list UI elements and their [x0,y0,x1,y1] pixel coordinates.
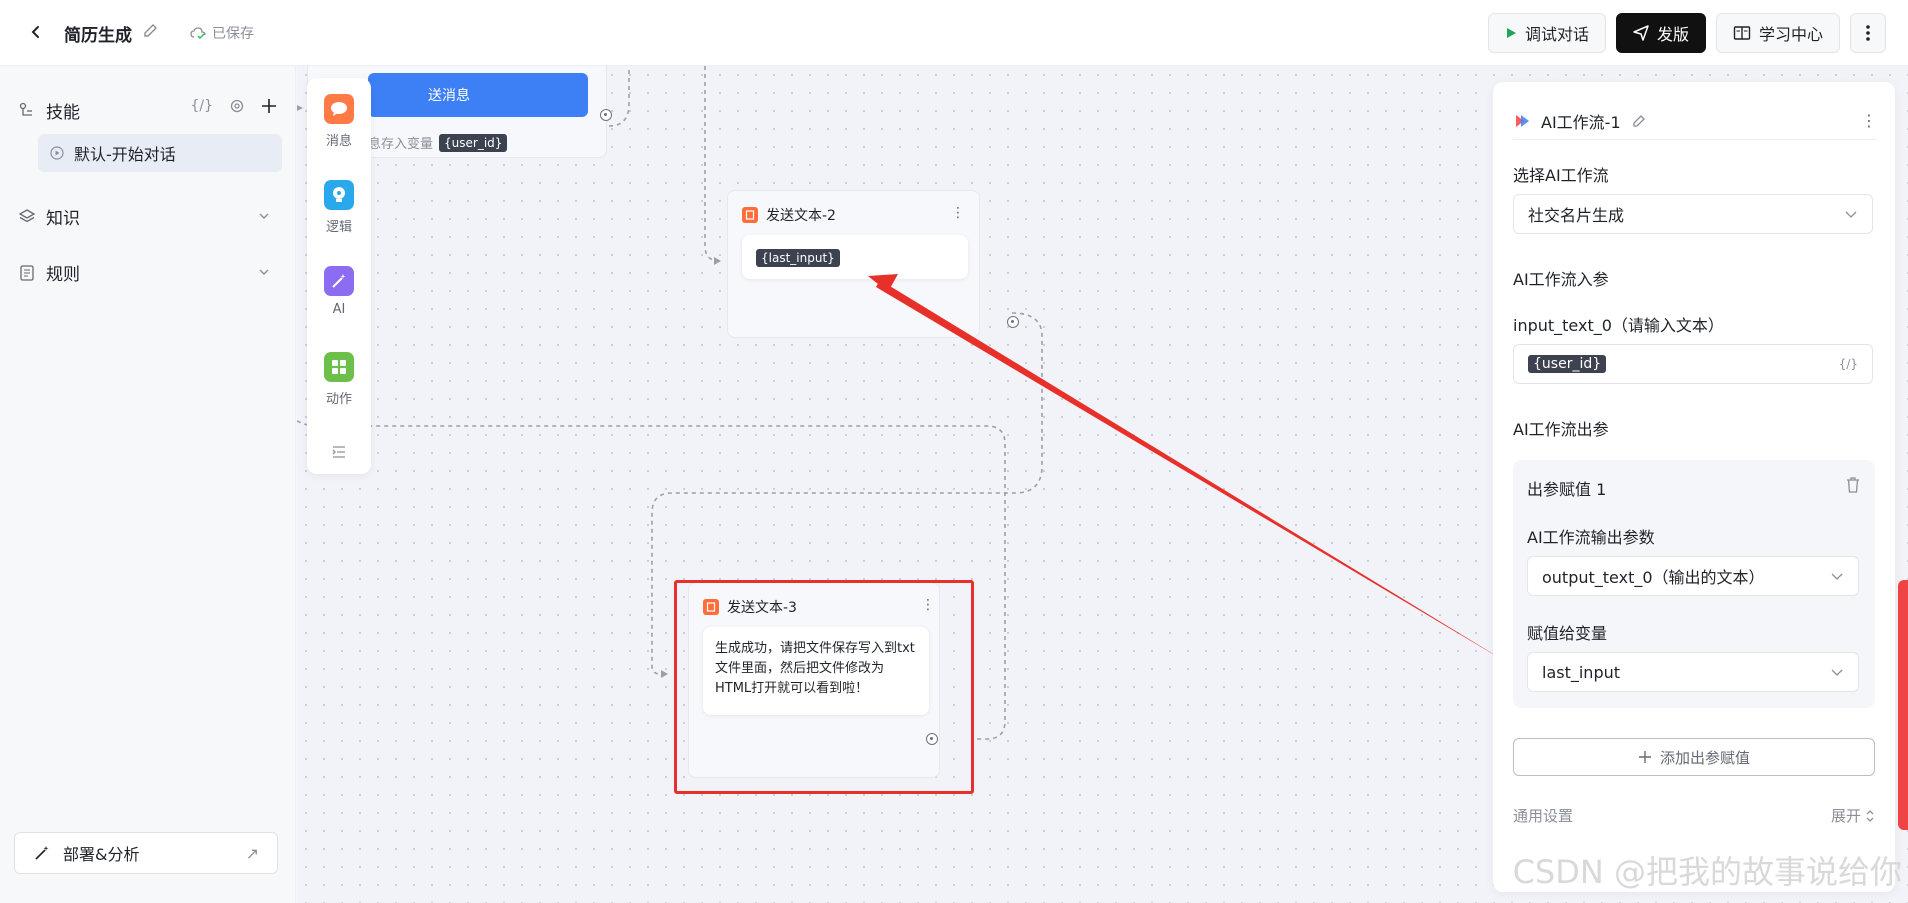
kebab-icon [1866,25,1870,41]
back-button[interactable] [22,18,50,46]
output-params-heading: AI工作流出参 [1513,420,1609,439]
trash-icon[interactable] [1845,476,1861,494]
knowledge-label: 知识 [46,209,80,229]
assign-variable-value: last_input [1542,662,1621,682]
output-param-value: output_text_0（输出的文本） [1542,568,1765,587]
workflow-logo-icon [1516,114,1529,127]
panel-title: AI工作流-1 [1541,112,1621,132]
skill-item-default[interactable]: 默认-开始对话 [38,134,282,172]
skills-label: 技能 [46,103,80,123]
chevron-down-icon [1831,573,1843,580]
input-param-field[interactable]: {user_id} {/} [1513,344,1873,384]
play-icon [1506,28,1516,38]
chevron-down-icon [1831,669,1843,676]
general-settings-label: 通用设置 [1513,807,1574,825]
deploy-analytics-label: 部署&分析 [63,845,140,864]
output-card-title: 出参赋值 1 [1527,480,1607,499]
select-workflow-dropdown[interactable]: 社交名片生成 [1513,194,1873,234]
chevron-down-icon[interactable] [257,209,271,223]
add-output-button[interactable]: 添加出参赋值 [1513,738,1875,776]
watermark: CSDN @把我的故事说给你 [1512,853,1902,891]
layers-icon [18,208,36,222]
top-bar: 简历生成 已保存 调试对话 发版 学习中心 [0,0,1908,66]
add-skill-icon[interactable] [261,98,277,114]
select-workflow-label: 选择AI工作流 [1513,166,1609,185]
pencil-icon[interactable] [1631,113,1647,129]
book-icon [1733,26,1751,40]
skills-tools: {/} [190,98,277,114]
rules-section-header[interactable]: 规则 [18,260,80,285]
more-menu-button[interactable] [1850,13,1886,53]
output-param-dropdown[interactable]: output_text_0（输出的文本） [1527,556,1859,596]
skills-section-header[interactable]: 技能 [18,98,80,123]
magic-wand-icon [35,846,49,860]
chevron-updown-icon [1866,809,1874,822]
sidebar: 技能 {/} 默认-开始对话 知识 规则 部署&分析 ↗ [0,66,296,903]
chevron-left-icon [31,26,39,38]
output-param-label: AI工作流输出参数 [1527,528,1655,547]
add-output-label: 添加出参赋值 [1659,748,1750,767]
debug-chat-button[interactable]: 调试对话 [1487,13,1606,53]
select-workflow-value: 社交名片生成 [1528,206,1625,225]
skill-icon [19,102,32,116]
chevron-down-icon[interactable] [257,265,271,279]
variable-tag: {user_id} [1528,355,1607,373]
deploy-analytics-button[interactable]: 部署&分析 ↗ [14,832,278,874]
variable-picker-icon[interactable]: {/} [1839,357,1858,371]
output-assignment-card: 出参赋值 1 AI工作流输出参数 output_text_0（输出的文本） 赋值… [1513,460,1875,708]
assign-variable-dropdown[interactable]: last_input [1527,652,1859,692]
plus-icon [1638,751,1651,763]
skill-item-label: 默认-开始对话 [74,145,176,164]
plugin-icon[interactable] [229,98,245,114]
saved-status: 已保存 [190,23,254,43]
input-params-heading: AI工作流入参 [1513,270,1609,289]
learning-center-button[interactable]: 学习中心 [1715,13,1840,53]
learning-center-label: 学习中心 [1758,25,1823,44]
chevron-down-icon [1845,211,1857,218]
publish-button[interactable]: 发版 [1615,13,1706,53]
knowledge-section-header[interactable]: 知识 [18,204,80,229]
pencil-icon[interactable] [142,22,160,40]
general-settings-row: 通用设置 展开 [1513,805,1875,826]
cloud-check-icon [190,27,206,40]
arrow-up-right-icon: ↗ [245,843,259,863]
variable-button[interactable]: {/} [190,98,213,114]
saved-label: 已保存 [212,26,254,42]
play-circle-icon [50,146,64,160]
rules-label: 规则 [46,265,80,285]
kebab-icon[interactable]: ⋮ [1861,111,1877,130]
send-icon [1633,25,1649,41]
expand-label: 展开 [1830,807,1861,825]
properties-panel: AI工作流-1 ⋮ 选择AI工作流 社交名片生成 AI工作流入参 input_t… [1493,82,1895,892]
input-param-label: input_text_0（请输入文本） [1513,316,1724,335]
document-icon [20,264,34,281]
debug-chat-label: 调试对话 [1524,25,1589,44]
page-title: 简历生成 [64,26,132,46]
side-handle[interactable] [1898,580,1908,830]
expand-button[interactable]: 展开 [1831,805,1875,826]
publish-label: 发版 [1656,25,1689,44]
assign-variable-label: 赋值给变量 [1527,624,1608,643]
panel-header: AI工作流-1 ⋮ [1513,102,1877,140]
